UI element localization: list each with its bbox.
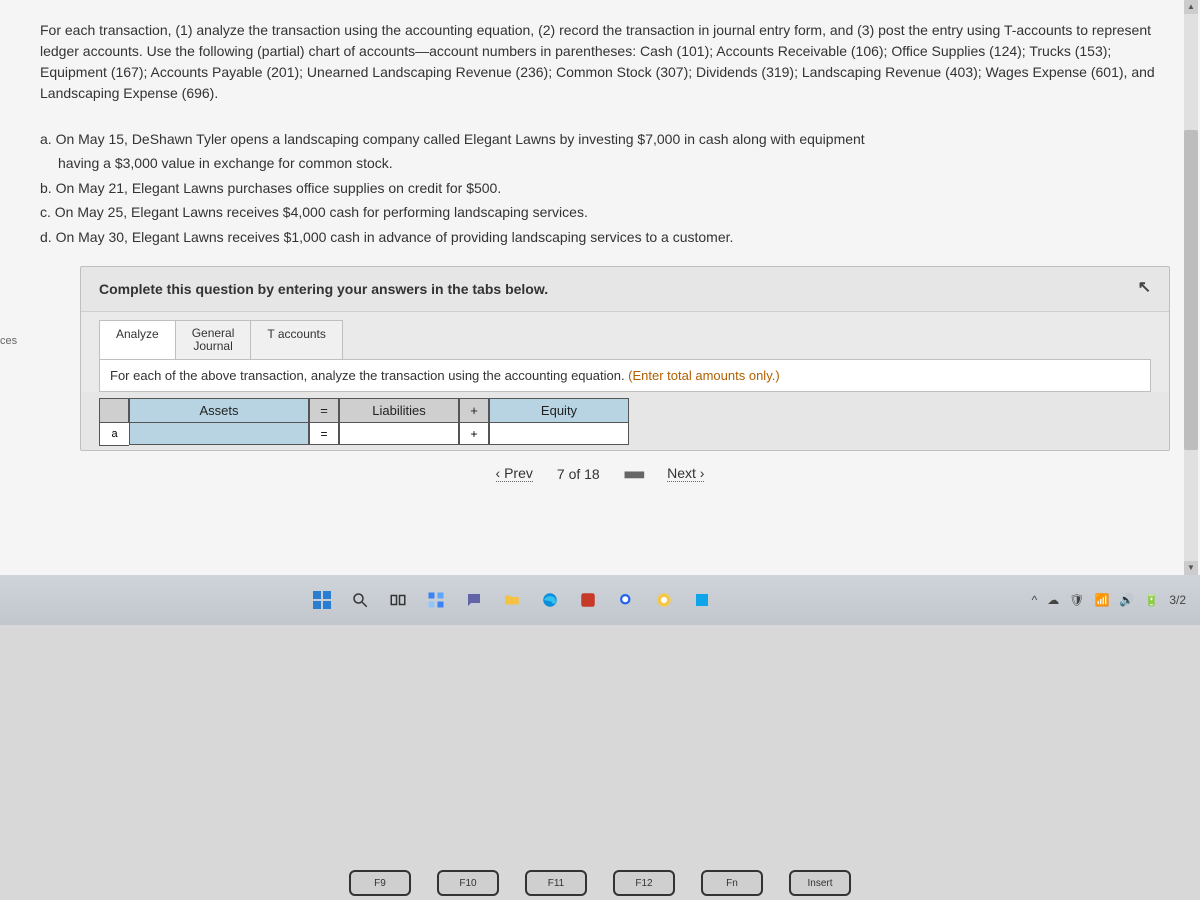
panel-hint: (Enter total amounts only.) <box>628 368 780 383</box>
scroll-down-button[interactable]: ▼ <box>1184 561 1198 575</box>
chat-button[interactable] <box>462 588 486 612</box>
start-button[interactable] <box>310 588 334 612</box>
onedrive-icon[interactable]: ☁ <box>1047 593 1059 607</box>
volume-icon[interactable]: 🔊 <box>1119 593 1134 607</box>
next-label: Next <box>667 465 696 481</box>
chrome-icon <box>655 591 673 609</box>
sidebar-fragment: ces <box>0 335 17 347</box>
answer-instruction: Complete this question by entering your … <box>81 267 1169 312</box>
tab-panel-analyze: For each of the above transaction, analy… <box>99 359 1151 392</box>
transaction-list: a. On May 15, DeShawn Tyler opens a land… <box>0 128 1200 256</box>
equation-row-a: a = + <box>99 423 1151 446</box>
pager: ‹ Prev 7 of 18 ■■■ Next › <box>0 451 1200 492</box>
next-button[interactable]: Next › <box>667 465 704 482</box>
transaction-a-line2: having a $3,000 value in exchange for co… <box>40 152 1170 174</box>
tab-general-journal[interactable]: General Journal <box>176 320 252 359</box>
grid-icon[interactable]: ■■■ <box>624 466 643 482</box>
windows-taskbar: ^ ☁ 🛡 📶 🔊 🔋 3/2 <box>0 575 1200 625</box>
browser-content: For each transaction, (1) analyze the tr… <box>0 0 1200 575</box>
transaction-d: d. On May 30, Elegant Lawns receives $1,… <box>40 226 1170 248</box>
chevron-right-icon: › <box>700 465 705 481</box>
battery-icon[interactable]: 🔋 <box>1144 593 1159 607</box>
transaction-a-line1: a. On May 15, DeShawn Tyler opens a land… <box>40 128 1170 150</box>
input-assets-a[interactable] <box>129 423 309 445</box>
widgets-icon <box>427 591 445 609</box>
edge-icon <box>541 591 559 609</box>
question-intro-text: For each transaction, (1) analyze the tr… <box>40 20 1170 104</box>
tab-t-accounts[interactable]: T accounts <box>251 320 342 359</box>
wifi-icon[interactable]: 📶 <box>1094 593 1109 607</box>
taskbar-left-icons <box>310 588 714 612</box>
task-view-icon <box>389 591 407 609</box>
scroll-up-button[interactable]: ▲ <box>1184 0 1198 14</box>
cell-plus-a: + <box>459 423 489 445</box>
windows-icon <box>313 591 331 609</box>
chat-icon <box>465 591 483 609</box>
question-intro: For each transaction, (1) analyze the tr… <box>0 0 1200 128</box>
key-f9: F9 <box>349 870 411 896</box>
cell-equals-a: = <box>309 423 339 445</box>
key-f12: F12 <box>613 870 675 896</box>
key-fn: Fn <box>701 870 763 896</box>
prev-button[interactable]: ‹ Prev <box>496 465 533 482</box>
header-equals: = <box>309 398 339 423</box>
header-spacer <box>99 398 129 423</box>
edge-button[interactable] <box>538 588 562 612</box>
row-label-a: a <box>99 423 129 446</box>
app-button-4[interactable] <box>690 588 714 612</box>
tab-taccounts-label: T accounts <box>267 327 325 341</box>
vertical-scrollbar[interactable]: ▲ ▼ <box>1184 0 1198 575</box>
accounting-equation-table: Assets = Liabilities + Equity a = + <box>99 398 1151 446</box>
panel-lead: For each of the above transaction, analy… <box>110 368 628 383</box>
tab-list: Analyze General Journal T accounts <box>99 320 1151 359</box>
folder-icon <box>503 591 521 609</box>
app-button-3[interactable] <box>652 588 676 612</box>
key-f10: F10 <box>437 870 499 896</box>
app-button-2[interactable] <box>614 588 638 612</box>
header-liabilities: Liabilities <box>339 398 459 423</box>
keyboard-edge: F9 F10 F11 F12 Fn Insert <box>0 846 1200 896</box>
search-icon <box>351 591 369 609</box>
file-explorer-button[interactable] <box>500 588 524 612</box>
taskbar-clock[interactable]: 3/2 <box>1169 593 1186 607</box>
tab-area: Analyze General Journal T accounts For e… <box>81 312 1169 392</box>
tab-analyze[interactable]: Analyze <box>99 320 176 359</box>
transaction-c: c. On May 25, Elegant Lawns receives $4,… <box>40 201 1170 223</box>
widgets-button[interactable] <box>424 588 448 612</box>
answer-panel: Complete this question by entering your … <box>80 266 1170 451</box>
equation-header-row: Assets = Liabilities + Equity <box>99 398 1151 423</box>
magnifier-icon <box>617 591 635 609</box>
header-equity: Equity <box>489 398 629 423</box>
input-liabilities-a[interactable] <box>339 423 459 445</box>
security-icon[interactable]: 🛡 <box>1069 593 1084 607</box>
search-button[interactable] <box>348 588 372 612</box>
scroll-thumb[interactable] <box>1184 130 1198 450</box>
chevron-left-icon: ‹ <box>496 465 501 481</box>
key-f11: F11 <box>525 870 587 896</box>
app-button-1[interactable] <box>576 588 600 612</box>
key-insert: Insert <box>789 870 851 896</box>
answer-instruction-text: Complete this question by entering your … <box>99 281 548 297</box>
taskbar-right: ^ ☁ 🛡 📶 🔊 🔋 3/2 <box>1032 593 1186 607</box>
tab-analyze-label: Analyze <box>116 327 159 341</box>
prev-label: Prev <box>504 465 533 481</box>
task-view-button[interactable] <box>386 588 410 612</box>
page-count: 7 of 18 <box>557 466 600 482</box>
header-assets: Assets <box>129 398 309 423</box>
cursor-icon: ↖ <box>1138 277 1151 297</box>
transaction-b: b. On May 21, Elegant Lawns purchases of… <box>40 177 1170 199</box>
tab-journal-label: General Journal <box>192 326 235 353</box>
screenshot-root: For each transaction, (1) analyze the tr… <box>0 0 1200 900</box>
square-icon <box>693 591 711 609</box>
app-icon <box>579 591 597 609</box>
header-plus: + <box>459 398 489 423</box>
tray-chevron-icon[interactable]: ^ <box>1032 593 1038 607</box>
input-equity-a[interactable] <box>489 423 629 445</box>
